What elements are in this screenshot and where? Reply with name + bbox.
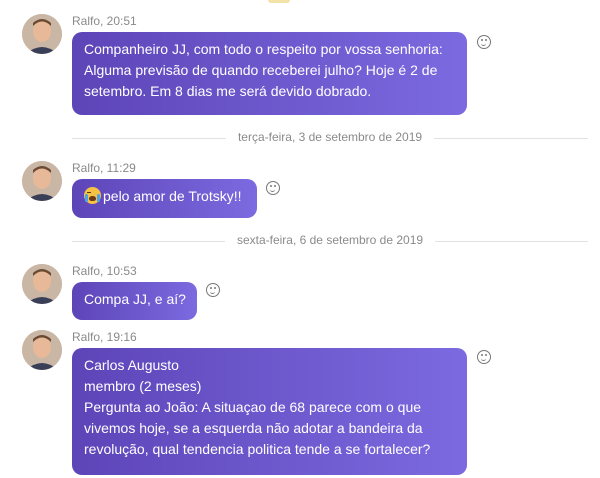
message-line: Pergunta ao João: A situaçao de 68 parec… — [84, 399, 422, 415]
message-text: Compa JJ, e aí? — [84, 291, 186, 307]
message-bubble[interactable]: Compa JJ, e aí? — [72, 282, 197, 320]
smiley-reaction-icon[interactable] — [477, 35, 491, 49]
date-divider: sexta-feira, 6 de setembro de 2019 — [72, 233, 588, 249]
smiley-reaction-icon[interactable] — [206, 283, 220, 297]
message-line: Companheiro JJ, com todo o respeito por … — [84, 41, 443, 57]
smiley-reaction-icon[interactable] — [477, 350, 491, 364]
message-meta: Ralfo, 11:29 — [72, 161, 136, 175]
message-meta: Ralfo, 19:16 — [72, 330, 137, 344]
message-meta: Ralfo, 20:51 — [72, 14, 137, 28]
message-line: setembro. Em 8 dias me será devido dobra… — [84, 83, 372, 99]
date-divider: terça-feira, 3 de setembro de 2019 — [72, 130, 588, 146]
message-text: pelo amor de Trotsky!! — [103, 188, 242, 204]
message-line: Alguma previsão de quando receberei julh… — [84, 62, 438, 78]
smiley-reaction-icon[interactable] — [266, 181, 280, 195]
top-accent — [268, 0, 290, 3]
top-bar — [0, 0, 600, 4]
message-bubble[interactable]: Companheiro JJ, com todo o respeito por … — [72, 32, 467, 115]
message-line: revolução, qual tendencia politica tende… — [84, 441, 431, 457]
date-divider-label: terça-feira, 3 de setembro de 2019 — [225, 130, 435, 144]
avatar[interactable] — [22, 161, 62, 201]
message-meta: Ralfo, 10:53 — [72, 264, 137, 278]
message-line: membro (2 meses) — [84, 378, 202, 394]
avatar[interactable] — [22, 264, 62, 304]
message-line: vivemos hoje, se a esquerda não adotar a… — [84, 420, 423, 436]
crying-face-icon — [84, 187, 101, 204]
avatar[interactable] — [22, 330, 62, 370]
avatar[interactable] — [22, 14, 62, 54]
message-bubble[interactable]: Carlos Augusto membro (2 meses) Pergunta… — [72, 348, 467, 475]
message-line: Carlos Augusto — [84, 357, 179, 373]
message-bubble[interactable]: pelo amor de Trotsky!! — [72, 179, 257, 218]
date-divider-label: sexta-feira, 6 de setembro de 2019 — [224, 233, 436, 247]
